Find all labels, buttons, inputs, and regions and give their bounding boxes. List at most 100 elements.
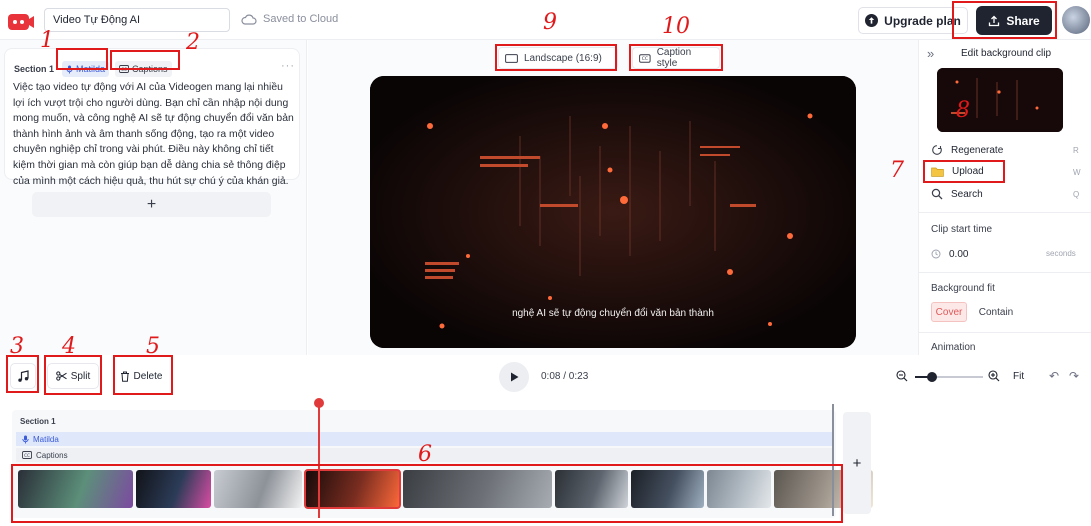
annotation-number: 8: [956, 98, 970, 123]
time-display: 0:08 / 0:23: [541, 371, 589, 382]
upgrade-plan-label: Upgrade plan: [884, 13, 961, 28]
landscape-icon: [505, 53, 518, 63]
upload-button[interactable]: Upload: [931, 166, 984, 177]
divider: [919, 332, 1091, 333]
clip-start-label: Clip start time: [931, 224, 993, 235]
regenerate-button[interactable]: Regenerate: [931, 144, 1003, 156]
search-shortcut: Q: [1073, 190, 1080, 199]
undo-icon[interactable]: ↶: [1049, 369, 1059, 383]
play-icon: [511, 372, 519, 382]
regenerate-shortcut: R: [1073, 146, 1079, 155]
saved-status-label: Saved to Cloud: [263, 13, 339, 25]
voice-chip[interactable]: Matilda: [62, 61, 110, 77]
music-note-icon: [17, 369, 29, 382]
timeline-section-label: Section 1: [20, 417, 56, 426]
regenerate-label: Regenerate: [951, 144, 1004, 156]
collapse-panel-icon[interactable]: »: [927, 46, 934, 61]
trash-icon: [120, 371, 129, 382]
annotation-number: 5: [146, 334, 160, 359]
microphone-icon: [22, 435, 29, 443]
share-button[interactable]: Share: [976, 6, 1052, 35]
clock-icon: [931, 249, 941, 259]
caption-style-button[interactable]: CC Caption style: [632, 47, 720, 69]
add-section-button[interactable]: +: [32, 192, 271, 217]
timeline-clip[interactable]: [707, 470, 771, 508]
caption-track-label: Captions: [36, 450, 68, 460]
more-options-icon[interactable]: ···: [281, 60, 295, 72]
edit-background-panel: » Edit background clip Regenerate R Uplo…: [918, 40, 1091, 355]
zoom-out-icon[interactable]: [896, 370, 908, 382]
share-label: Share: [1006, 13, 1040, 28]
timeline-clip[interactable]: [214, 470, 302, 508]
project-title-input[interactable]: [44, 8, 230, 32]
scissors-icon: [55, 371, 67, 381]
caption-chip-label: Captions: [132, 64, 168, 74]
upload-share-icon: [989, 15, 1000, 26]
delete-label: Delete: [133, 370, 163, 382]
play-button[interactable]: [499, 362, 529, 392]
aspect-ratio-button[interactable]: Landscape (16:9): [498, 47, 618, 69]
fit-timeline-button[interactable]: Fit: [1013, 371, 1024, 382]
upload-label: Upload: [952, 166, 984, 177]
timeline-clip[interactable]: [136, 470, 211, 508]
svg-text:CC: CC: [121, 67, 127, 72]
arrow-up-circle-icon: [865, 14, 879, 27]
svg-text:CC: CC: [24, 453, 30, 458]
cloud-icon: [241, 14, 257, 25]
annotation-number: 1: [40, 28, 54, 53]
upgrade-plan-button[interactable]: Upgrade plan: [858, 7, 968, 34]
annotation-number: 7: [890, 158, 904, 183]
annotation-number: 9: [543, 10, 557, 35]
split-button[interactable]: Split: [47, 363, 99, 389]
timeline-clip[interactable]: [631, 470, 704, 508]
fit-contain-button[interactable]: Contain: [973, 302, 1019, 322]
playback-controls: Split Delete 0:08 / 0:23 Fit ↶ ↷: [0, 355, 1091, 403]
background-fit-label: Background fit: [931, 283, 995, 294]
section-label: Section 1: [14, 64, 55, 74]
annotation-number: 6: [418, 442, 432, 467]
video-preview[interactable]: nghệ AI sẽ tự động chuyển đổi văn bản th…: [370, 76, 856, 348]
animation-label: Animation: [931, 342, 976, 353]
search-button[interactable]: Search: [931, 188, 983, 200]
delete-button[interactable]: Delete: [112, 363, 170, 389]
section-card[interactable]: Section 1 Matilda CC Captions ··· Việc t…: [4, 48, 300, 187]
add-clip-button[interactable]: +: [843, 412, 871, 514]
caption-style-label: Caption style: [656, 47, 692, 69]
annotation-number: 10: [662, 14, 690, 39]
video-subtitle: nghệ AI sẽ tự động chuyển đổi văn bản th…: [512, 308, 714, 319]
redo-icon[interactable]: ↷: [1069, 369, 1079, 383]
zoom-slider[interactable]: [915, 372, 983, 382]
aspect-ratio-label: Landscape (16:9): [524, 52, 602, 64]
cc-icon: CC: [119, 65, 129, 73]
preview-panel: Landscape (16:9) CC Caption style nghệ A…: [308, 40, 918, 355]
annotation-number: 4: [62, 334, 76, 359]
folder-icon: [931, 167, 944, 177]
divider: [919, 212, 1091, 213]
cc-icon: CC: [22, 451, 32, 459]
regenerate-icon: [932, 145, 942, 155]
voice-chip-label: Matilda: [76, 64, 106, 74]
panel-title: Edit background clip: [961, 48, 1052, 59]
voice-track-label: Matilda: [33, 434, 59, 444]
section-script-text[interactable]: Việc tạo video tự động với AI của Videog…: [13, 80, 295, 189]
annotation-number: 3: [10, 334, 24, 359]
cc-icon: CC: [639, 53, 651, 63]
upload-shortcut: W: [1073, 168, 1081, 177]
user-avatar[interactable]: [1062, 6, 1090, 34]
zoom-slider-handle[interactable]: [927, 372, 937, 382]
caption-chip[interactable]: CC Captions: [115, 61, 172, 77]
playhead[interactable]: [318, 400, 320, 518]
app-logo-icon[interactable]: [7, 10, 35, 32]
music-button[interactable]: [10, 363, 36, 389]
search-icon: [931, 188, 943, 200]
playhead-handle[interactable]: [314, 398, 324, 408]
saved-status: Saved to Cloud: [241, 13, 338, 25]
zoom-in-icon[interactable]: [988, 370, 1000, 382]
fit-cover-button[interactable]: Cover: [931, 302, 967, 322]
timeline-clip[interactable]: [403, 470, 552, 508]
script-panel: Section 1 Matilda CC Captions ··· Việc t…: [0, 40, 307, 355]
clip-strip: [18, 469, 873, 509]
timeline-clip[interactable]: [555, 470, 628, 508]
timeline-clip[interactable]: [18, 470, 133, 508]
microphone-icon: [66, 65, 73, 73]
